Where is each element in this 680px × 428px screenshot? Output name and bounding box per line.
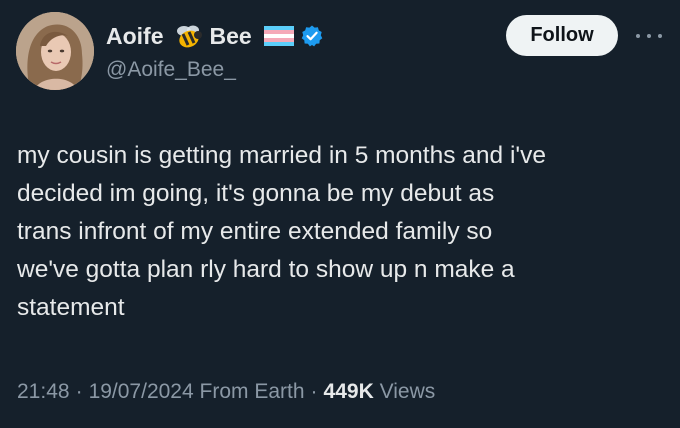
tweet-date[interactable]: 19/07/2024	[89, 380, 194, 403]
tweet-text-line: trans infront of my entire extended fami…	[17, 218, 493, 245]
views-count: 449K	[323, 380, 374, 403]
author-last-name: Bee	[209, 22, 252, 49]
tweet-time[interactable]: 21:48	[17, 380, 70, 403]
tweet-card: Aoife Bee @Aoife_Bee_ Follow my cousin i…	[0, 0, 680, 428]
verified-badge-icon[interactable]	[300, 24, 324, 48]
more-options-icon[interactable]	[636, 26, 662, 46]
author-handle[interactable]: @Aoife_Bee_	[106, 58, 236, 82]
tweet-text-line: my cousin is getting married in 5 months…	[17, 142, 546, 169]
author-first-name: Aoife	[106, 22, 164, 49]
views-label: Views	[379, 380, 436, 403]
tweet-text-line: statement	[17, 294, 125, 321]
tweet-text-line: we've gotta plan rly hard to show up n m…	[17, 256, 515, 283]
separator-dot: ·	[75, 380, 83, 403]
more-dot	[658, 34, 662, 38]
tweet-text: my cousin is getting married in 5 months…	[17, 137, 667, 327]
more-dot	[636, 34, 640, 38]
tweet-text-line: decided im going, it's gonna be my debut…	[17, 180, 495, 207]
author-name[interactable]: Aoife Bee	[106, 20, 324, 52]
tweet-meta: 21:48 · 19/07/2024 From Earth · 449K Views	[17, 380, 435, 404]
bee-emoji-icon	[174, 23, 204, 49]
separator-dot: ·	[310, 380, 318, 403]
more-dot	[647, 34, 651, 38]
transgender-flag-icon	[263, 26, 294, 46]
avatar-image	[16, 12, 94, 90]
follow-button[interactable]: Follow	[506, 15, 618, 56]
tweet-source: From Earth	[199, 380, 305, 403]
avatar[interactable]	[16, 12, 94, 90]
